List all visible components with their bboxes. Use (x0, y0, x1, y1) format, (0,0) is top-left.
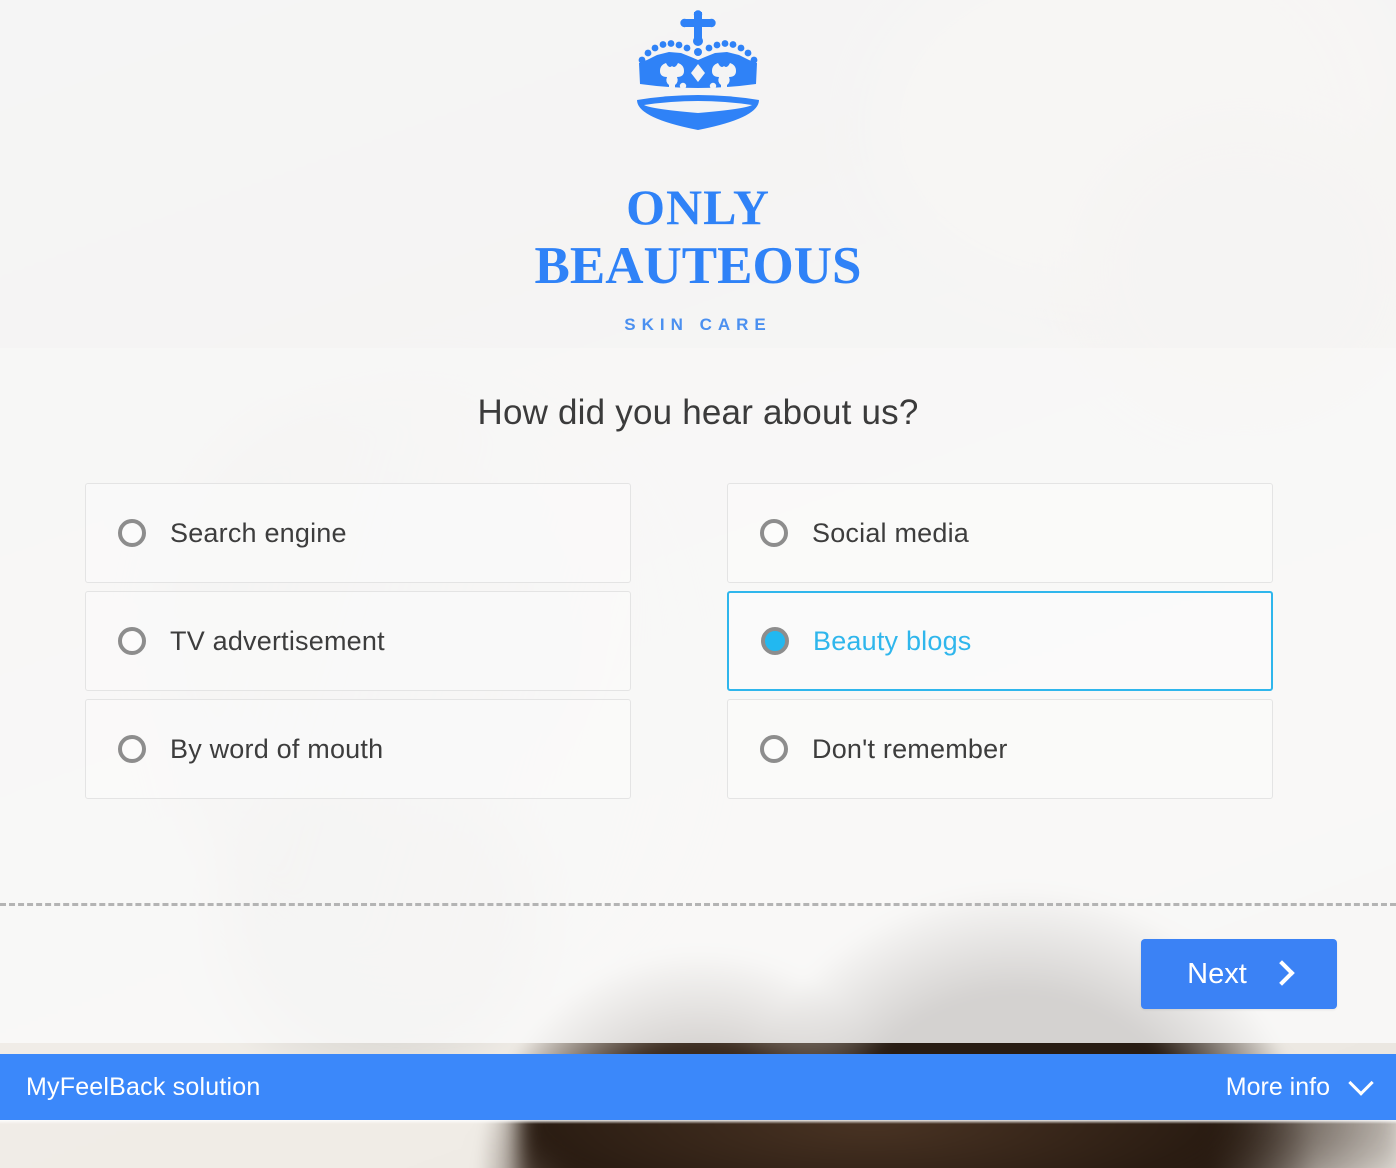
crown-icon (637, 10, 759, 130)
option-by-word-of-mouth[interactable]: By word of mouth (85, 699, 631, 799)
option-beauty-blogs[interactable]: Beauty blogs (727, 591, 1273, 691)
survey-page: ONLY BEAUTEOUS SKIN CARE How did you hea… (0, 0, 1396, 1168)
option-search-engine[interactable]: Search engine (85, 483, 631, 583)
radio-icon[interactable] (118, 519, 146, 547)
chevron-down-icon (1348, 1070, 1374, 1096)
option-tv-advertisement[interactable]: TV advertisement (85, 591, 631, 691)
brand-name-line2: BEAUTEOUS (534, 237, 862, 295)
radio-icon[interactable] (760, 735, 788, 763)
footer-brand-label: MyFeelBack solution (26, 1072, 261, 1101)
footer-shadow (0, 1120, 1396, 1124)
option-dont-remember[interactable]: Don't remember (727, 699, 1273, 799)
more-info-button[interactable]: More info (1225, 1070, 1374, 1102)
next-button-label: Next (1187, 957, 1247, 990)
option-social-media[interactable]: Social media (727, 483, 1273, 583)
brand-header: ONLY BEAUTEOUS SKIN CARE (0, 0, 1396, 348)
chevron-right-icon (1269, 960, 1295, 986)
option-label: By word of mouth (170, 733, 384, 764)
footer-bar: MyFeelBack solution More info (0, 1054, 1396, 1120)
question-title: How did you hear about us? (477, 393, 919, 432)
option-label: Search engine (170, 517, 347, 548)
option-label: Beauty blogs (813, 625, 972, 656)
options-grid: Search engine TV advertisement By word o… (85, 483, 1273, 806)
section-divider (0, 903, 1396, 906)
brand-name-line1: ONLY (626, 179, 770, 235)
option-label: Social media (812, 517, 969, 548)
option-label: Don't remember (812, 733, 1008, 764)
radio-selected-icon[interactable] (761, 627, 789, 655)
radio-icon[interactable] (118, 627, 146, 655)
option-label: TV advertisement (170, 625, 385, 656)
more-info-label: More info (1225, 1072, 1330, 1101)
next-button[interactable]: Next (1141, 939, 1337, 1009)
brand-tagline: SKIN CARE (624, 315, 772, 334)
radio-icon[interactable] (118, 735, 146, 763)
radio-icon[interactable] (760, 519, 788, 547)
